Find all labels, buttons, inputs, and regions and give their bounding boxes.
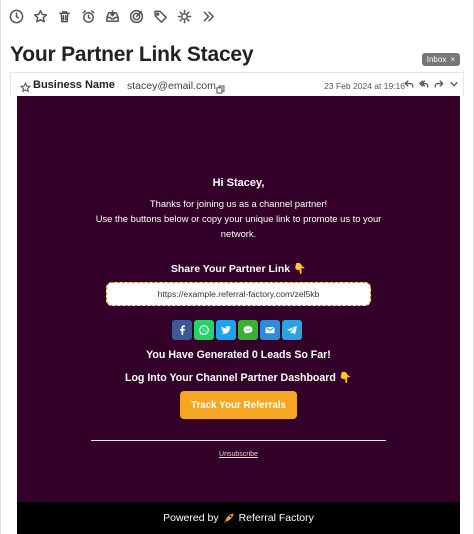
email-body: Hi Stacey, Thanks for joining us as a ch… (17, 96, 460, 534)
sms-icon (243, 325, 253, 334)
divider (91, 440, 386, 442)
email-subject: Your Partner Link Stacey (10, 43, 254, 66)
facebook-icon (180, 325, 185, 335)
envelope-icon (265, 326, 275, 334)
message-toolbar (9, 8, 216, 24)
footer-prefix: Powered by (163, 512, 219, 524)
sms-share-button[interactable] (238, 320, 258, 340)
inbox-label-badge[interactable]: Inbox × (421, 53, 460, 66)
alarm-icon[interactable] (81, 9, 96, 24)
sender-name[interactable]: Business Name (33, 79, 115, 91)
intro-text: Thanks for joining us as a channel partn… (77, 196, 400, 241)
footer-brand[interactable]: Referral Factory (239, 512, 314, 524)
inbox-download-icon[interactable] (105, 9, 120, 24)
leads-count-text: You Have Generated 0 Leads So Far! (146, 349, 331, 361)
twitter-share-button[interactable] (216, 320, 236, 340)
twitter-icon (221, 325, 231, 334)
telegram-share-button[interactable] (282, 320, 302, 340)
share-buttons (172, 320, 302, 340)
referral-factory-logo-icon (223, 513, 234, 523)
email-share-button[interactable] (260, 320, 280, 340)
partner-link-field[interactable]: https://example.referral-factory.com/zel… (106, 282, 371, 306)
whatsapp-icon (199, 325, 209, 335)
chevron-down-icon[interactable] (449, 79, 459, 89)
message-actions (404, 79, 459, 89)
intro-line-2: Use the buttons below or copy your uniqu… (95, 213, 382, 239)
message-header: Business Name stacey@email.com 23 Feb 20… (10, 72, 464, 96)
double-chevron-right-icon[interactable] (201, 9, 216, 24)
sun-icon[interactable] (177, 9, 192, 24)
reply-all-icon[interactable] (419, 79, 429, 89)
remove-label-icon[interactable]: × (450, 55, 455, 64)
target-icon[interactable] (129, 9, 144, 24)
telegram-icon (287, 326, 297, 335)
reply-icon[interactable] (404, 79, 414, 89)
email-footer: Powered by Referral Factory (17, 502, 460, 534)
track-referrals-button[interactable]: Track Your Referrals (180, 391, 297, 419)
intro-line-1: Thanks for joining us as a channel partn… (149, 198, 328, 209)
whatsapp-share-button[interactable] (194, 320, 214, 340)
greeting: Hi Stacey, (212, 177, 265, 189)
sender-email[interactable]: stacey@email.com (127, 80, 216, 92)
unsubscribe-link[interactable]: Unsubscribe (17, 451, 460, 458)
trash-icon[interactable] (57, 9, 72, 24)
forward-icon[interactable] (434, 79, 444, 89)
star-icon[interactable] (33, 9, 48, 24)
message-date: 23 Feb 2024 at 19:16 (324, 81, 405, 91)
copy-icon[interactable] (216, 81, 225, 94)
inbox-label-text: Inbox (426, 55, 447, 64)
dashboard-heading: Log Into Your Channel Partner Dashboard … (124, 372, 353, 384)
facebook-share-button[interactable] (172, 320, 192, 340)
mail-window: Your Partner Link Stacey Inbox × Busines… (0, 0, 474, 534)
share-title: Share Your Partner Link 👇 (170, 263, 307, 275)
star-icon[interactable] (19, 80, 32, 93)
tag-icon[interactable] (153, 9, 168, 24)
clock-icon[interactable] (9, 9, 24, 24)
